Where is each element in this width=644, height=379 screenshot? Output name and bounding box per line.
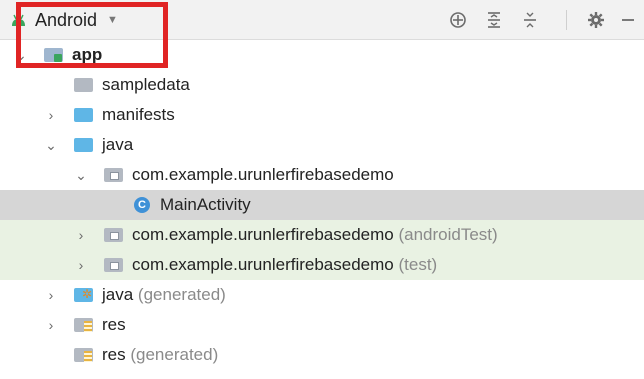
chevron-right-icon[interactable]: › bbox=[74, 257, 88, 273]
chevron-right-icon[interactable]: › bbox=[44, 107, 58, 123]
tree-row-label: manifests bbox=[102, 105, 175, 124]
tree-row-suffix: (androidTest) bbox=[398, 225, 498, 244]
class-icon: C bbox=[134, 197, 150, 213]
folder-icon bbox=[74, 78, 93, 92]
tree-row-label: sampledata bbox=[102, 75, 190, 94]
source-folder-icon bbox=[74, 108, 93, 122]
locate-icon[interactable] bbox=[448, 10, 468, 30]
tree-row-suffix: (test) bbox=[398, 255, 438, 274]
tree-row-label: res bbox=[102, 345, 126, 364]
chevron-right-icon[interactable]: › bbox=[44, 317, 58, 333]
collapse-all-icon[interactable] bbox=[520, 10, 540, 30]
res-folder-icon bbox=[74, 318, 93, 332]
tree-row-label: res bbox=[102, 315, 126, 334]
tree-row-suffix: (generated) bbox=[137, 285, 226, 304]
tree-row-label: java bbox=[102, 135, 134, 154]
tree-row-suffix: (generated) bbox=[130, 345, 219, 364]
tree-row-package-test[interactable]: › com.example.urunlerfirebasedemo (test) bbox=[0, 250, 644, 280]
generated-folder-icon bbox=[74, 287, 93, 302]
tree-row-java[interactable]: ⌄ java bbox=[0, 130, 644, 160]
expand-all-icon[interactable] bbox=[484, 10, 504, 30]
toolbar-separator bbox=[566, 10, 567, 30]
tree-row-manifests[interactable]: › manifests bbox=[0, 100, 644, 130]
tree-row-res[interactable]: › res bbox=[0, 310, 644, 340]
tree-row-sampledata[interactable]: sampledata bbox=[0, 70, 644, 100]
chevron-right-icon[interactable]: › bbox=[74, 227, 88, 243]
gear-icon[interactable] bbox=[586, 10, 606, 30]
tree-row-label: com.example.urunlerfirebasedemo bbox=[132, 255, 394, 274]
tree-row-res-generated[interactable]: res (generated) bbox=[0, 340, 644, 370]
chevron-down-icon[interactable]: ⌄ bbox=[74, 167, 88, 183]
tree-row-mainactivity[interactable]: C MainActivity bbox=[0, 190, 644, 220]
tree-row-label: java bbox=[102, 285, 134, 304]
package-icon bbox=[104, 228, 123, 242]
tree-row-package-androidtest[interactable]: › com.example.urunlerfirebasedemo (andro… bbox=[0, 220, 644, 250]
package-icon bbox=[104, 258, 123, 272]
chevron-right-icon[interactable]: › bbox=[44, 287, 58, 303]
tree-row-label: com.example.urunlerfirebasedemo bbox=[132, 165, 394, 184]
package-icon bbox=[104, 168, 123, 182]
chevron-down-icon[interactable]: ⌄ bbox=[44, 137, 58, 153]
tree-row-label: MainActivity bbox=[160, 195, 251, 214]
tree-row-label: com.example.urunlerfirebasedemo bbox=[132, 225, 394, 244]
tree-row-package[interactable]: ⌄ com.example.urunlerfirebasedemo bbox=[0, 160, 644, 190]
highlight-box bbox=[16, 2, 168, 68]
tree-row-java-generated[interactable]: › java (generated) bbox=[0, 280, 644, 310]
source-folder-icon bbox=[74, 138, 93, 152]
hide-icon[interactable] bbox=[618, 10, 638, 30]
res-folder-icon bbox=[74, 348, 93, 362]
